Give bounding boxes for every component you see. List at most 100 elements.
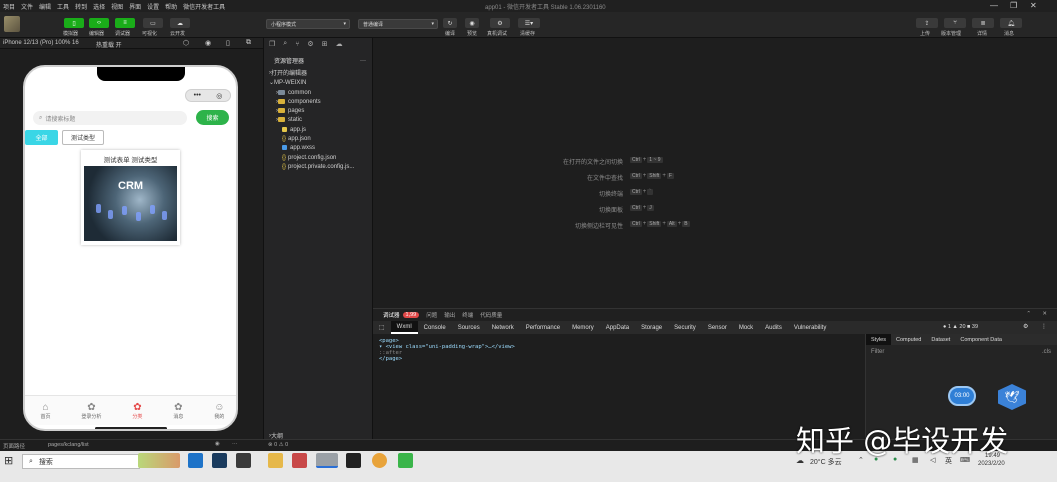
- tab-network[interactable]: Network: [486, 325, 520, 331]
- app-icon[interactable]: [236, 453, 251, 468]
- app-icon[interactable]: [188, 453, 203, 468]
- search-input[interactable]: ⌕ 请搜索标题: [33, 111, 187, 125]
- styles-filter-input[interactable]: Filter: [871, 349, 884, 355]
- more-icon[interactable]: ⋮: [1041, 323, 1047, 330]
- record-icon[interactable]: ◉: [205, 39, 211, 47]
- tab-home[interactable]: ⌂ 首页: [40, 402, 50, 420]
- tab-category[interactable]: ✿ 分类: [132, 402, 142, 420]
- error-counts[interactable]: ⊗ 0 ⚠ 0: [268, 442, 288, 448]
- tab-appdata[interactable]: AppData: [600, 325, 635, 331]
- tab-output[interactable]: 输出: [444, 311, 455, 319]
- debug-icon[interactable]: ⚙: [307, 40, 313, 48]
- upload-button[interactable]: ⇪: [916, 18, 938, 28]
- messages-button[interactable]: 🔔︎: [1000, 18, 1022, 28]
- page-path[interactable]: pages/kclang/list: [48, 442, 89, 448]
- menu-item-goto[interactable]: 转到: [72, 2, 90, 11]
- tab-styles[interactable]: Styles: [866, 334, 891, 345]
- clock-date[interactable]: 2023/2/20: [978, 461, 1005, 467]
- tab-security[interactable]: Security: [668, 325, 702, 331]
- tree-item-app-js[interactable]: app.js: [264, 125, 374, 134]
- open-editors-section[interactable]: › 打开的编辑器: [264, 68, 374, 78]
- menu-item-file[interactable]: 文件: [18, 2, 36, 11]
- real-debug-button[interactable]: ⚙: [490, 18, 510, 28]
- menu-item-edit[interactable]: 编辑: [36, 2, 54, 11]
- visual-button[interactable]: ▭: [143, 18, 163, 28]
- files-icon[interactable]: ❐: [269, 40, 275, 48]
- minimize-button[interactable]: —: [990, 1, 998, 10]
- app-icon[interactable]: [292, 453, 307, 468]
- cloud-button[interactable]: ☁: [170, 18, 190, 28]
- tree-item-pages[interactable]: › pages: [264, 106, 374, 115]
- tree-item-project-config[interactable]: {} project.config.json: [264, 153, 374, 162]
- tree-item-project-private-config[interactable]: {} project.private.config.js...: [264, 162, 374, 171]
- cls-toggle[interactable]: .cls: [1042, 349, 1051, 355]
- terminal-icon[interactable]: [346, 453, 361, 468]
- tab-login-analysis[interactable]: ✿ 登录分析: [81, 402, 101, 420]
- more-icon[interactable]: •••: [194, 92, 201, 99]
- tab-dataset[interactable]: Dataset: [926, 337, 955, 343]
- editor-button[interactable]: ‹›: [89, 18, 109, 28]
- tab-performance[interactable]: Performance: [520, 325, 566, 331]
- menu-item-select[interactable]: 选择: [90, 2, 108, 11]
- close-icon[interactable]: ✕: [1042, 311, 1047, 317]
- tab-mock[interactable]: Mock: [733, 325, 759, 331]
- tab-audits[interactable]: Audits: [759, 325, 788, 331]
- windows-start-icon[interactable]: ⊞: [4, 454, 13, 467]
- folder-icon[interactable]: [268, 453, 283, 468]
- project-section[interactable]: ⌄ MP-WEIXIN: [264, 78, 374, 87]
- tab-computed[interactable]: Computed: [891, 337, 926, 343]
- gear-icon[interactable]: ⚙: [1023, 323, 1028, 330]
- preview-button[interactable]: ◉: [465, 18, 479, 28]
- tab-memory[interactable]: Memory: [566, 325, 600, 331]
- version-button[interactable]: ⑂: [944, 18, 966, 28]
- timer-float-badge[interactable]: 03:00: [948, 386, 976, 406]
- chevron-up-icon[interactable]: ⌃: [1026, 311, 1031, 317]
- tab-debugger[interactable]: 调试器: [383, 311, 400, 319]
- shield-icon[interactable]: ⬡: [183, 39, 189, 47]
- mode-select[interactable]: 小程序模式 ▾: [266, 19, 350, 29]
- tab-sensor[interactable]: Sensor: [702, 325, 733, 331]
- dom-line[interactable]: </page>: [379, 356, 859, 362]
- tab-all[interactable]: 全部: [25, 130, 58, 145]
- eye-icon[interactable]: ◉: [215, 441, 220, 447]
- capsule-button[interactable]: ••• ◎: [185, 89, 231, 102]
- inspect-icon[interactable]: ⬚: [373, 324, 391, 331]
- widget-icon[interactable]: [138, 453, 180, 468]
- menu-item-tools[interactable]: 工具: [54, 2, 72, 11]
- issue-counts[interactable]: ● 1 ▲ 20 ■ 39: [943, 324, 978, 330]
- compile-button[interactable]: ↻: [443, 18, 457, 28]
- cloud-icon[interactable]: ☁: [336, 40, 343, 48]
- tab-test-type[interactable]: 测试类型: [62, 130, 104, 145]
- chrome-icon[interactable]: [372, 453, 387, 468]
- tree-item-components[interactable]: › components: [264, 97, 374, 106]
- search-button[interactable]: 搜索: [196, 110, 229, 125]
- tree-item-static[interactable]: › static: [264, 115, 374, 124]
- menu-item-project[interactable]: 项目: [0, 2, 18, 11]
- tab-problems[interactable]: 问题: [426, 311, 437, 319]
- page-path-label[interactable]: 页面路径: [3, 442, 25, 450]
- compile-select[interactable]: 普通编译 ▾: [358, 19, 438, 29]
- git-icon[interactable]: ⑂: [295, 41, 299, 48]
- details-button[interactable]: ≣: [972, 18, 994, 28]
- extensions-icon[interactable]: ⊞: [322, 40, 328, 48]
- list-item-card[interactable]: 测试表单 测试类型 CRM: [81, 150, 180, 245]
- steam-icon[interactable]: [212, 453, 227, 468]
- tab-mine[interactable]: ☺ 我的: [214, 402, 224, 420]
- menu-item-help[interactable]: 帮助: [162, 2, 180, 11]
- avatar[interactable]: [4, 16, 20, 32]
- tab-storage[interactable]: Storage: [635, 325, 668, 331]
- menu-item-interface[interactable]: 界面: [126, 2, 144, 11]
- tree-item-app-wxss[interactable]: app.wxss: [264, 143, 374, 152]
- bird-logo-icon[interactable]: 🕊︎: [998, 384, 1026, 410]
- tab-sources[interactable]: Sources: [452, 325, 486, 331]
- tab-code-quality[interactable]: 代码质量: [480, 311, 502, 319]
- menu-item-devtools[interactable]: 微信开发者工具: [180, 2, 228, 11]
- taskbar-search[interactable]: ⌕ 搜索: [22, 454, 140, 469]
- maximize-button[interactable]: ❐: [1010, 1, 1017, 10]
- popout-icon[interactable]: ⧉: [246, 39, 251, 47]
- tree-item-app-json[interactable]: {} app.json: [264, 134, 374, 143]
- menu-item-settings[interactable]: 设置: [144, 2, 162, 11]
- more-icon[interactable]: ···: [360, 58, 366, 64]
- wechat-devtools-icon[interactable]: [316, 453, 338, 468]
- tab-component-data[interactable]: Component Data: [955, 337, 1007, 343]
